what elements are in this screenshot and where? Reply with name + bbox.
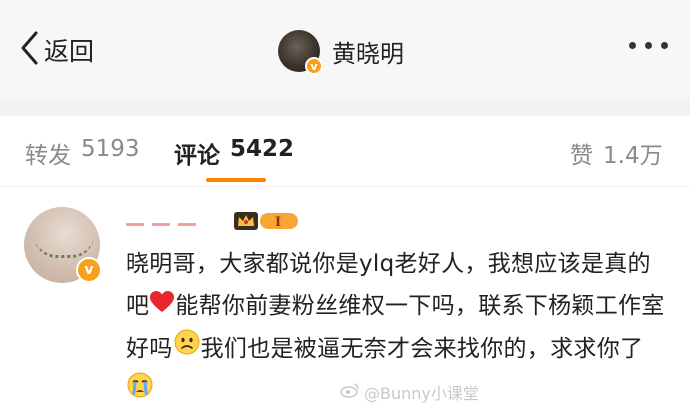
tab-comments[interactable]: 评论 5422	[174, 136, 294, 170]
worried-face-icon	[173, 328, 201, 370]
author-avatar[interactable]: v	[278, 30, 323, 75]
commenter-username[interactable]	[126, 211, 226, 226]
dot-icon	[661, 42, 668, 49]
weibo-logo-icon	[340, 382, 360, 402]
tab-count: 5193	[81, 136, 140, 162]
back-label: 返回	[44, 37, 95, 66]
dot-icon	[629, 42, 636, 49]
comment-item: v I 晓明哥，大家都说你是ylq老好人，我想应该是真的吧 能帮你前妻粉丝维权一下…	[0, 187, 690, 409]
tab-label: 转发	[25, 143, 71, 169]
author-name: 黄晓明	[332, 39, 404, 68]
dot-icon	[645, 42, 652, 49]
top-navigation-bar: 返回 v 黄晓明	[0, 0, 690, 100]
tab-likes[interactable]: 赞 1.4万	[570, 136, 663, 170]
tab-reposts[interactable]: 转发 5193	[25, 136, 140, 170]
red-heart-icon	[149, 286, 175, 328]
author-profile[interactable]: v 黄晓明	[278, 28, 404, 75]
verified-badge-icon: v	[76, 257, 102, 283]
back-button[interactable]: 返回	[18, 30, 94, 70]
watermark: @Bunny小课堂	[340, 380, 479, 404]
tab-count: 1.4万	[603, 143, 663, 169]
section-gap	[0, 100, 690, 116]
watermark-text: @Bunny小课堂	[364, 384, 479, 403]
active-tab-indicator	[206, 178, 266, 182]
member-crown-badge-icon: I	[232, 209, 302, 233]
crying-face-icon	[126, 371, 154, 413]
svg-text:I: I	[275, 215, 281, 230]
tab-count: 5422	[230, 136, 295, 162]
verified-badge-icon: v	[305, 57, 323, 75]
tab-label: 赞	[570, 143, 593, 169]
tab-label: 评论	[174, 143, 220, 169]
interaction-tabs: 转发 5193 评论 5422 赞 1.4万	[0, 116, 690, 186]
comment-segment: 我们也是被逼无奈才会来找你的，求求你了	[200, 335, 644, 362]
more-options-button[interactable]	[629, 42, 668, 49]
chevron-left-icon	[18, 30, 40, 70]
